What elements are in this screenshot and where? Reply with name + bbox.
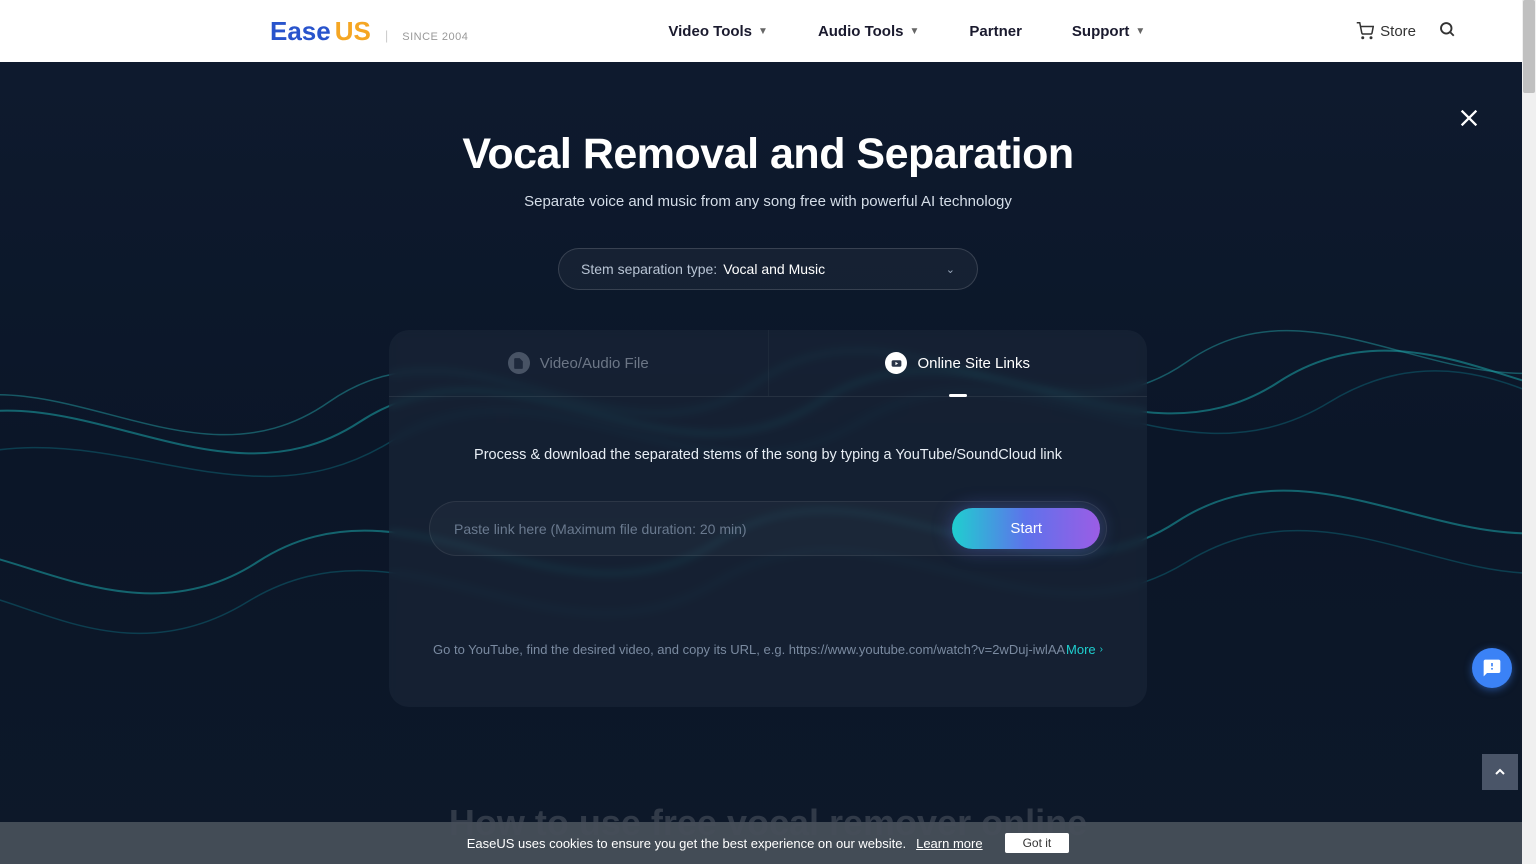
store-link[interactable]: Store (1356, 22, 1416, 40)
hint-row: Go to YouTube, find the desired video, a… (429, 642, 1107, 657)
search-button[interactable] (1438, 20, 1456, 43)
chevron-up-icon (1492, 764, 1508, 780)
chevron-down-icon: ▼ (758, 26, 768, 37)
logo-divider: | (385, 28, 388, 43)
logo-us: US (335, 16, 371, 47)
hint-text: Go to YouTube, find the desired video, a… (433, 642, 1065, 657)
logo-since: SINCE 2004 (402, 31, 468, 43)
nav-audio-tools[interactable]: Audio Tools▼ (818, 23, 919, 40)
nav: Video Tools▼ Audio Tools▼ Partner Suppor… (668, 23, 1145, 40)
chevron-down-icon: ▼ (909, 26, 919, 37)
nav-support[interactable]: Support▼ (1072, 23, 1145, 40)
content: Vocal Removal and Separation Separate vo… (0, 62, 1536, 707)
cookie-accept-button[interactable]: Got it (1005, 833, 1070, 853)
hero-section: Vocal Removal and Separation Separate vo… (0, 62, 1536, 864)
tab-label: Video/Audio File (540, 355, 649, 372)
tab-label: Online Site Links (917, 355, 1030, 372)
help-fab[interactable] (1472, 648, 1512, 688)
cookie-text: EaseUS uses cookies to ensure you get th… (467, 836, 906, 851)
dropdown-value: Vocal and Music (723, 261, 940, 277)
logo[interactable]: EaseUS | SINCE 2004 (270, 16, 468, 47)
instruction-text: Process & download the separated stems o… (429, 447, 1107, 463)
tab-file[interactable]: Video/Audio File (389, 330, 769, 396)
header-right: Store (1356, 20, 1456, 43)
panel-body: Process & download the separated stems o… (389, 397, 1147, 677)
logo-ease: Ease (270, 16, 331, 47)
page-title: Vocal Removal and Separation (0, 130, 1536, 179)
close-button[interactable] (1458, 104, 1480, 136)
scrollbar-thumb[interactable] (1523, 0, 1535, 93)
nav-video-tools[interactable]: Video Tools▼ (668, 23, 768, 40)
close-icon (1458, 107, 1480, 129)
cookie-learn-more[interactable]: Learn more (916, 836, 982, 851)
scroll-top-button[interactable] (1482, 754, 1518, 790)
header: EaseUS | SINCE 2004 Video Tools▼ Audio T… (0, 0, 1536, 62)
chevron-right-icon: › (1100, 644, 1103, 655)
stem-type-dropdown[interactable]: Stem separation type: Vocal and Music ⌄ (558, 248, 978, 290)
tab-online-links[interactable]: Online Site Links (769, 330, 1148, 396)
link-input[interactable] (454, 511, 952, 547)
cart-icon (1356, 22, 1374, 40)
page-subtitle: Separate voice and music from any song f… (0, 193, 1536, 210)
scrollbar[interactable] (1522, 0, 1536, 864)
cookie-bar: EaseUS uses cookies to ensure you get th… (0, 822, 1536, 864)
start-button[interactable]: Start (952, 508, 1100, 549)
video-site-icon (885, 352, 907, 374)
dropdown-label: Stem separation type: (581, 261, 717, 277)
chevron-down-icon: ▼ (1135, 26, 1145, 37)
upload-panel: Video/Audio File Online Site Links Proce… (389, 330, 1147, 707)
file-icon (508, 352, 530, 374)
input-row: Start (429, 501, 1107, 556)
tab-bar: Video/Audio File Online Site Links (389, 330, 1147, 397)
nav-partner[interactable]: Partner (969, 23, 1022, 40)
more-link[interactable]: More› (1066, 642, 1103, 657)
chevron-down-icon: ⌄ (946, 263, 955, 276)
chat-help-icon (1482, 658, 1502, 678)
search-icon (1438, 20, 1456, 38)
